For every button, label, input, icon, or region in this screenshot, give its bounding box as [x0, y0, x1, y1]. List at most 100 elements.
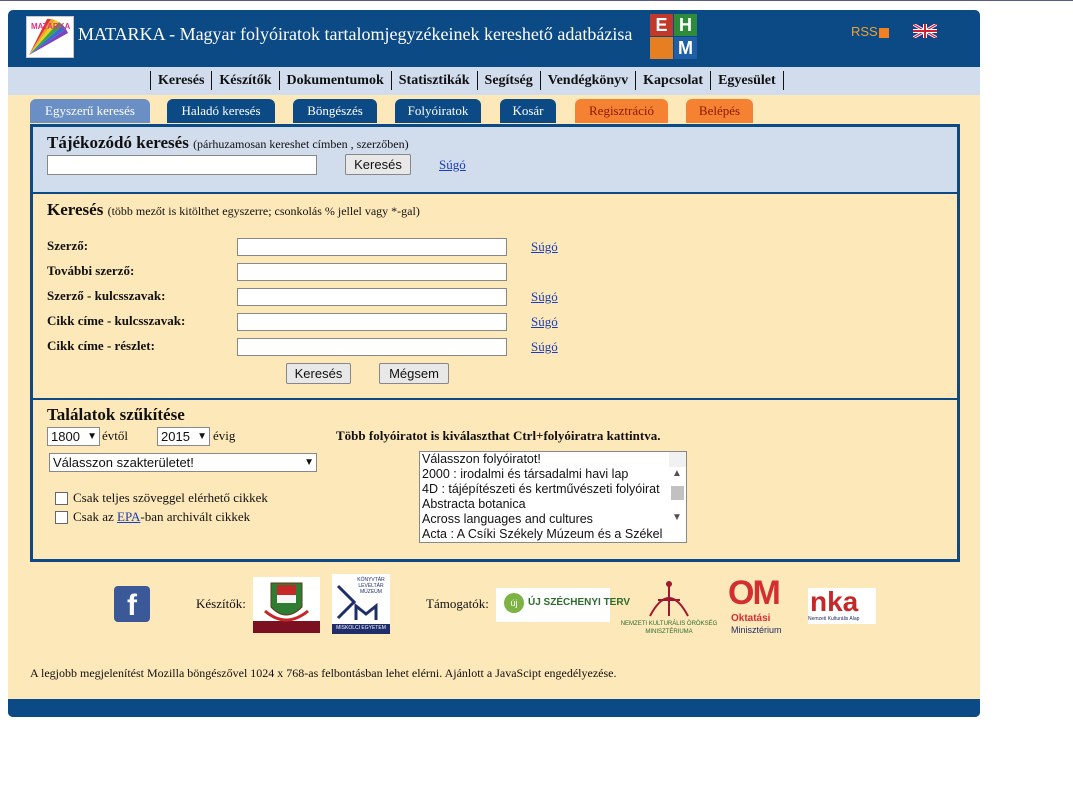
ehm-letter-h: H: [674, 14, 697, 36]
nka-text: nka: [810, 586, 859, 617]
om-line2: Minisztérium: [731, 625, 782, 635]
list-item[interactable]: Acta : A Csíki Székely Múzeum és a Széke…: [420, 527, 686, 542]
quick-search-button[interactable]: Keresés: [345, 154, 411, 175]
site-title: MATARKA - Magyar folyóiratok tartalomjeg…: [78, 24, 633, 44]
journal-listbox[interactable]: Válasszon folyóiratot! 2000 : irodalmi é…: [419, 451, 687, 543]
listbox-scrollbar[interactable]: ▲ ▼: [669, 452, 686, 523]
supporters-label: Támogatók:: [426, 596, 489, 611]
szechenyi-text: ÚJ SZÉCHENYI TERV: [528, 597, 631, 608]
nko-text: NEMZETI KULTURÁLIS ÖRÖKSÉG MINISZTÉRIUMA: [620, 621, 718, 635]
szechenyi-badge-text: új: [510, 598, 518, 608]
title-keywords-input[interactable]: [237, 313, 507, 331]
epa-link[interactable]: EPA: [117, 509, 140, 524]
author-keywords-help-link[interactable]: Súgó: [531, 289, 558, 305]
fulltext-checkbox[interactable]: [55, 492, 68, 505]
menu-item-vendegkonyv[interactable]: Vendégkönyv: [539, 71, 635, 90]
om-line1: Oktatási: [731, 613, 771, 624]
library-logo-subtext: MISKOLCI EGYETEM: [336, 625, 386, 631]
menu-item-statisztikak[interactable]: Statisztikák: [390, 71, 477, 90]
year-from-value: 1800: [51, 429, 80, 444]
chevron-up-icon[interactable]: ▲: [672, 466, 682, 481]
menu-item-egyesulet[interactable]: Egyesület: [710, 71, 784, 90]
browser-note: A legjobb megjelenítést Mozilla böngésző…: [30, 666, 617, 680]
menu-item-kapcsolat[interactable]: Kapcsolat: [635, 71, 710, 90]
chevron-down-icon[interactable]: ▼: [672, 510, 682, 525]
subject-area-select[interactable]: Válasszon szakterületet! ▼: [49, 453, 317, 472]
quick-search-help-link[interactable]: Súgó: [439, 157, 466, 173]
tab-halado-kereses[interactable]: Haladó keresés: [167, 99, 275, 123]
epa-checkbox[interactable]: [55, 511, 68, 524]
tab-belepes[interactable]: Belépés: [686, 99, 753, 123]
title-fragment-help-link[interactable]: Súgó: [531, 339, 558, 355]
filter-section: Találatok szűkítése 1800 ▼ évtől 2015 ▼ év…: [33, 400, 957, 559]
search-subtitle: (több mezőt is kitölthet egyszerre; cson…: [107, 204, 420, 218]
year-from-suffix: évtől: [102, 428, 128, 443]
quick-search-title: Tájékozódó keresés: [47, 133, 189, 152]
tab-regisztracio[interactable]: Regisztráció: [575, 99, 668, 123]
quick-search-input[interactable]: [47, 155, 317, 175]
author-help-link[interactable]: Súgó: [531, 239, 558, 255]
search-panel: Tájékozódó keresés (párhuzamosan kereshe…: [30, 124, 960, 562]
additional-author-input[interactable]: [237, 263, 507, 281]
author-keywords-label: Szerző - kulcsszavak:: [47, 288, 166, 303]
rss-link[interactable]: RSS: [851, 24, 889, 39]
quick-search-subtitle: (párhuzamosan kereshet címben , szerzőbe…: [193, 137, 409, 151]
title-fragment-input[interactable]: [237, 338, 507, 356]
list-item[interactable]: 2000 : irodalmi és társadalmi havi lap: [420, 467, 686, 482]
om-ministry-logo[interactable]: OM Oktatási Minisztérium: [728, 575, 798, 637]
year-to-value: 2015: [161, 429, 190, 444]
uk-flag-icon[interactable]: [913, 24, 937, 38]
author-label: Szerző:: [47, 238, 89, 253]
tab-kosar[interactable]: Kosár: [500, 99, 556, 123]
rss-label: RSS: [851, 24, 878, 39]
tab-folyoiratok[interactable]: Folyóiratok: [395, 99, 481, 123]
list-item[interactable]: Abstracta botanica: [420, 497, 686, 512]
facebook-icon[interactable]: f: [114, 586, 150, 622]
chevron-down-icon: ▼: [197, 431, 207, 442]
list-item[interactable]: 4D : tájépítészeti és kertművészeti foly…: [420, 482, 686, 497]
nka-subtext: Nemzeti Kulturális Alap: [808, 616, 860, 622]
matarka-logo[interactable]: MATARKA: [26, 16, 74, 58]
nka-logo[interactable]: nka Nemzeti Kulturális Alap: [808, 586, 876, 624]
ehm-block: [650, 37, 673, 59]
filter-title: Találatok szűkítése: [47, 405, 185, 424]
search-button[interactable]: Keresés: [286, 363, 351, 384]
author-keywords-input[interactable]: [237, 288, 507, 306]
scrollbar-thumb[interactable]: [671, 486, 684, 500]
nko-ministry-logo[interactable]: NEMZETI KULTURÁLIS ÖRÖKSÉG MINISZTÉRIUMA: [620, 576, 718, 638]
search-title: Keresés: [47, 200, 104, 219]
svg-text:MATARKA: MATARKA: [31, 22, 70, 31]
additional-author-label: További szerző:: [47, 263, 135, 278]
tab-bongeszes[interactable]: Böngészés: [293, 99, 377, 123]
main-menu: Keresés Készítők Dokumentumok Statisztik…: [8, 67, 980, 95]
title-keywords-label: Cikk címe - kulcsszavak:: [47, 313, 186, 328]
szechenyi-terv-logo[interactable]: új ÚJ SZÉCHENYI TERV: [496, 588, 630, 622]
list-item[interactable]: Across languages and cultures: [420, 512, 686, 527]
facebook-letter: f: [127, 589, 137, 622]
site-header: MATARKA MATARKA - Magyar folyóiratok tar…: [8, 10, 980, 66]
quick-search-heading: Tájékozódó keresés (párhuzamosan kereshe…: [47, 133, 409, 153]
title-keywords-help-link[interactable]: Súgó: [531, 314, 558, 330]
year-to-suffix: évig: [213, 428, 236, 443]
quick-search-section: Tájékozódó keresés (párhuzamosan kereshe…: [33, 127, 957, 194]
cancel-button[interactable]: Mégsem: [379, 363, 449, 384]
menu-item-keszitok[interactable]: Készítők: [211, 71, 278, 90]
list-item[interactable]: Válasszon folyóiratot!: [420, 452, 686, 467]
ehm-logo[interactable]: E H M: [650, 14, 698, 60]
year-from-select[interactable]: 1800 ▼: [47, 427, 100, 446]
tab-egyszeru-kereses[interactable]: Egyszerű keresés: [30, 99, 150, 123]
author-input[interactable]: [237, 238, 507, 256]
szechenyi-badge: új: [504, 593, 524, 613]
year-to-select[interactable]: 2015 ▼: [157, 427, 210, 446]
bottom-bar: [8, 699, 980, 717]
om-letters: OM: [728, 574, 781, 612]
fulltext-checkbox-label: Csak teljes szöveggel elérhető cikkek: [73, 490, 268, 505]
menu-item-segitseg[interactable]: Segítség: [476, 71, 540, 90]
epa-label-prefix: Csak az: [73, 509, 114, 524]
ehm-letter-m: M: [674, 37, 697, 59]
menu-item-kereses[interactable]: Keresés: [150, 71, 211, 90]
menu-item-dokumentumok[interactable]: Dokumentumok: [278, 71, 391, 90]
library-logo[interactable]: KÖNYVTÁR LEVÉLTÁR MÚZEUM MISKOLCI EGYETE…: [332, 574, 390, 634]
search-heading: Keresés (több mezőt is kitölthet egyszer…: [47, 200, 420, 220]
university-crest-logo[interactable]: [253, 577, 320, 633]
